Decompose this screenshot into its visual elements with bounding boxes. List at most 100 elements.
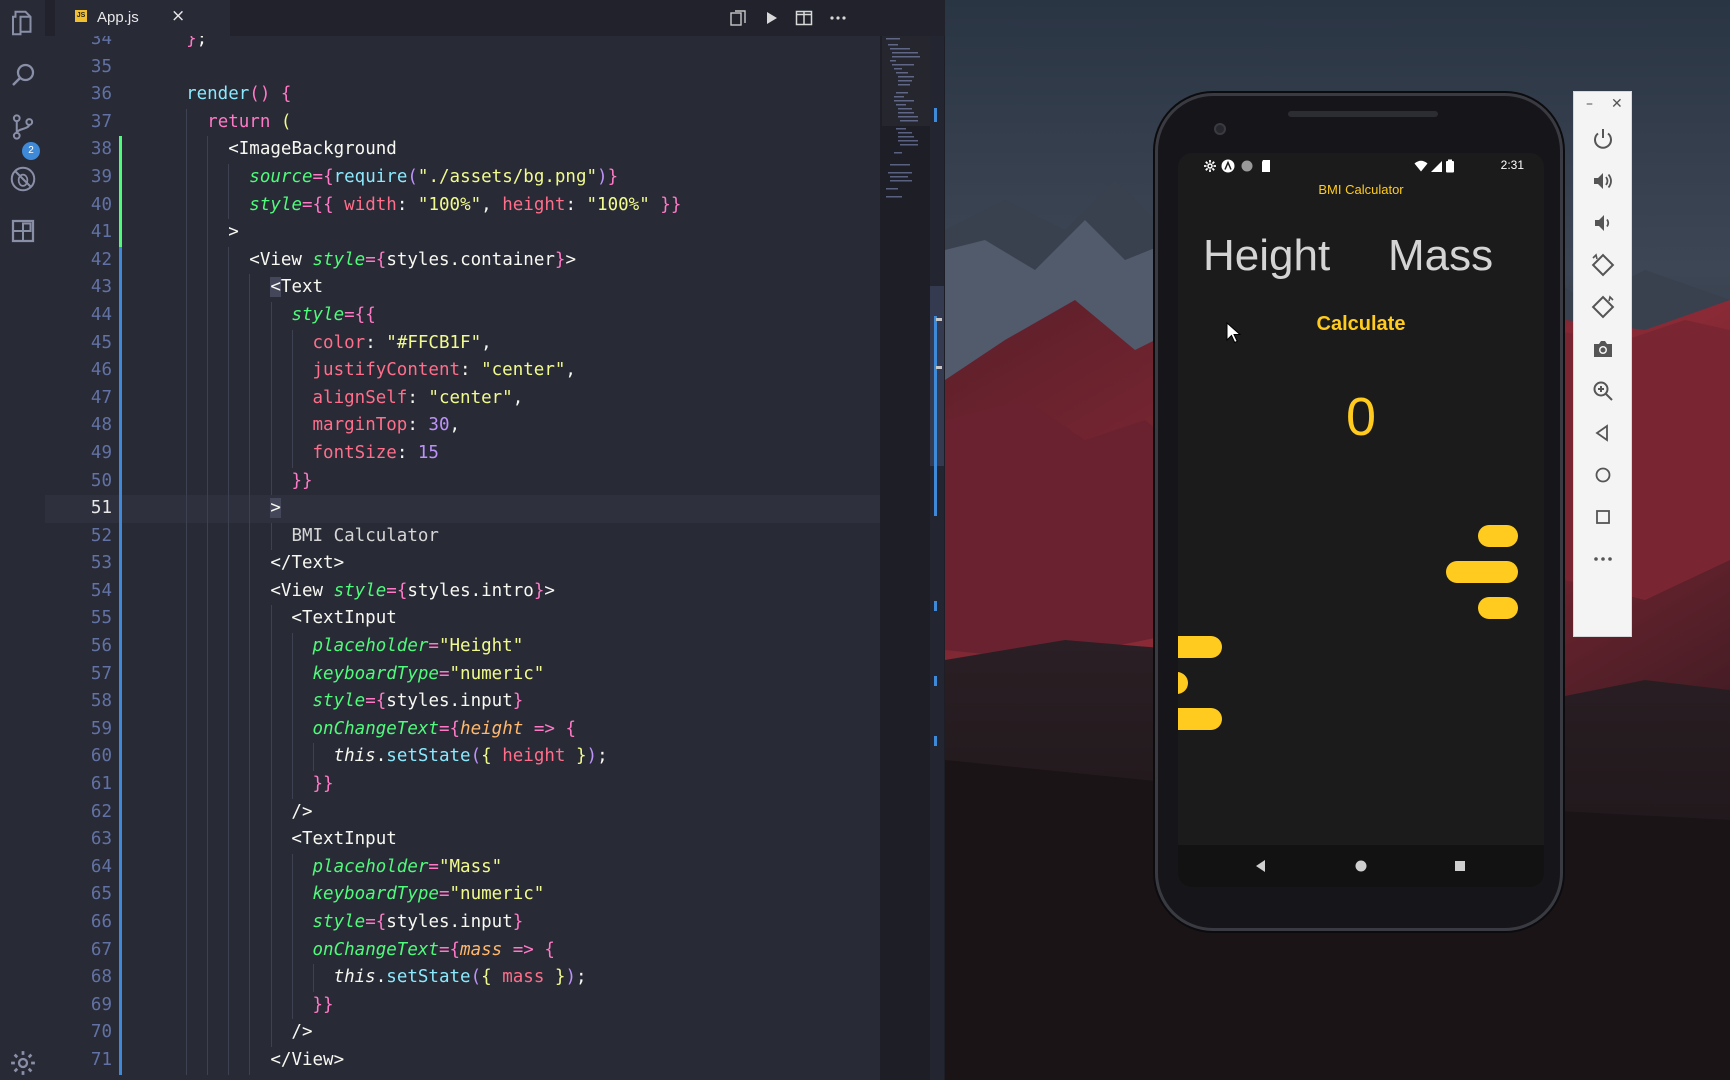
code-token: =	[365, 691, 376, 712]
search-icon[interactable]	[8, 60, 38, 90]
code-line[interactable]: 65 keyboardType="numeric"	[45, 881, 880, 909]
mass-input[interactable]: Mass	[1388, 231, 1528, 281]
code-line[interactable]: 70 />	[45, 1019, 880, 1047]
back-icon[interactable]	[1590, 420, 1616, 446]
code-line[interactable]: 56 placeholder="Height"	[45, 633, 880, 661]
overview-icon[interactable]	[1590, 504, 1616, 530]
volume-up-icon[interactable]	[1590, 168, 1616, 194]
tab-close-icon[interactable]: ×	[171, 6, 185, 26]
code-line[interactable]: 40 style={{ width: "100%", height: "100%…	[45, 191, 880, 220]
code-token: <	[165, 829, 302, 850]
git-change-marker	[119, 412, 122, 440]
code-line[interactable]: 64 placeholder="Mass"	[45, 853, 880, 882]
minimap[interactable]	[882, 36, 930, 236]
code-editor[interactable]: 34 }; 35 36 render() {37 return (38 <Image…	[45, 36, 880, 1080]
code-token: style	[312, 249, 366, 270]
code-line[interactable]: 37 return (	[45, 108, 880, 137]
minimize-icon[interactable]: –	[1586, 96, 1593, 112]
code-line[interactable]: 48 marginTop: 30,	[45, 412, 880, 440]
camera-icon[interactable]	[1590, 336, 1616, 362]
code-token: setState	[386, 746, 471, 767]
more-actions-icon[interactable]	[828, 8, 848, 28]
code-line[interactable]: 44 style={{	[45, 301, 880, 330]
code-line[interactable]: 71 </View>	[45, 1046, 880, 1075]
code-line[interactable]: 54 <View style={styles.intro}>	[45, 577, 880, 606]
code-token: :	[396, 442, 418, 463]
more-icon[interactable]	[1590, 546, 1616, 572]
code-line[interactable]: 51 >	[45, 495, 880, 523]
height-input[interactable]: Height	[1203, 231, 1353, 281]
code-line[interactable]: 68 this.setState({ mass });	[45, 964, 880, 992]
code-token: .	[375, 746, 387, 767]
emulator-toolbar: – ✕	[1573, 91, 1632, 637]
code-token: :	[460, 360, 482, 381]
run-icon[interactable]	[761, 8, 781, 28]
code-line[interactable]: 50 }}	[45, 467, 880, 496]
code-token: =	[386, 580, 397, 601]
code-line[interactable]: 53 </Text>	[45, 550, 880, 578]
rotate-right-icon[interactable]	[1590, 294, 1616, 320]
debug-icon[interactable]	[8, 164, 38, 194]
phone-screen[interactable]: 2:31 BMI Calculator Height Mass Calculat…	[1178, 153, 1544, 887]
editor-scroll-thumb[interactable]	[930, 286, 944, 466]
editor-scrollbar[interactable]	[930, 36, 944, 1080]
source-control-badge: 2	[22, 142, 40, 160]
code-line[interactable]: 42 <View style={styles.container}>	[45, 246, 880, 275]
code-line[interactable]: 59 onChangeText={height => {	[45, 715, 880, 744]
code-line[interactable]: 34 };	[45, 36, 880, 54]
power-icon[interactable]	[1590, 126, 1616, 152]
code-line[interactable]: 35	[45, 54, 880, 82]
code-line[interactable]: 43 <Text	[45, 274, 880, 302]
tab-app-js[interactable]: JS App.js ×	[55, 0, 230, 36]
home-icon[interactable]	[1352, 857, 1370, 875]
code-token: styles.input	[386, 691, 513, 712]
code-line[interactable]: 61 }}	[45, 771, 880, 799]
back-icon[interactable]	[1252, 857, 1270, 875]
code-line[interactable]: 60 this.setState({ height });	[45, 743, 880, 772]
code-token: }}	[312, 994, 334, 1015]
code-line[interactable]: 47 alignSelf: "center",	[45, 384, 880, 413]
line-number: 47	[90, 387, 112, 408]
code-line[interactable]: 36 render() {	[45, 81, 880, 109]
code-line[interactable]: 46 justifyContent: "center",	[45, 357, 880, 385]
code-line[interactable]: 63 <TextInput	[45, 826, 880, 854]
code-line[interactable]: 49 fontSize: 15	[45, 439, 880, 468]
code-token: =>	[512, 939, 534, 960]
split-editor-icon[interactable]	[794, 8, 814, 28]
code-line[interactable]: 55 <TextInput	[45, 605, 880, 634]
code-line[interactable]: 41 >	[45, 219, 880, 247]
code-line[interactable]: 39 source={require("./assets/bg.png")}	[45, 163, 880, 192]
extensions-icon[interactable]	[8, 216, 38, 246]
code-line[interactable]: 52 BMI Calculator	[45, 522, 880, 551]
code-line[interactable]: 38 <ImageBackground	[45, 136, 880, 164]
code-line[interactable]: 62 />	[45, 798, 880, 827]
code-token: (	[280, 111, 292, 132]
home-icon[interactable]	[1590, 462, 1616, 488]
settings-status-icon	[1204, 160, 1216, 172]
code-line[interactable]: 58 style={styles.input}	[45, 688, 880, 716]
settings-gear-icon[interactable]	[8, 1048, 38, 1078]
code-line[interactable]: 57 keyboardType="numeric"	[45, 660, 880, 689]
code-token: =	[428, 636, 439, 657]
rotate-left-icon[interactable]	[1590, 252, 1616, 278]
volume-down-icon[interactable]	[1590, 210, 1616, 236]
code-line[interactable]: 69 }}	[45, 991, 880, 1020]
code-line[interactable]: 66 style={styles.input}	[45, 909, 880, 937]
code-line[interactable]: 45 color: "#FFCB1F",	[45, 329, 880, 358]
code-text: <View style={styles.intro}>	[165, 578, 555, 606]
code-line[interactable]: 67 onChangeText={mass => {	[45, 936, 880, 965]
git-change-marker	[119, 329, 122, 358]
explorer-icon[interactable]	[8, 8, 38, 38]
open-changes-icon[interactable]	[728, 8, 748, 28]
zoom-icon[interactable]	[1590, 378, 1616, 404]
close-icon[interactable]: ✕	[1611, 96, 1623, 112]
code-token: =>	[533, 718, 555, 739]
source-control-icon[interactable]	[8, 112, 38, 142]
code-token: <	[165, 139, 239, 160]
recents-icon[interactable]	[1451, 857, 1469, 875]
